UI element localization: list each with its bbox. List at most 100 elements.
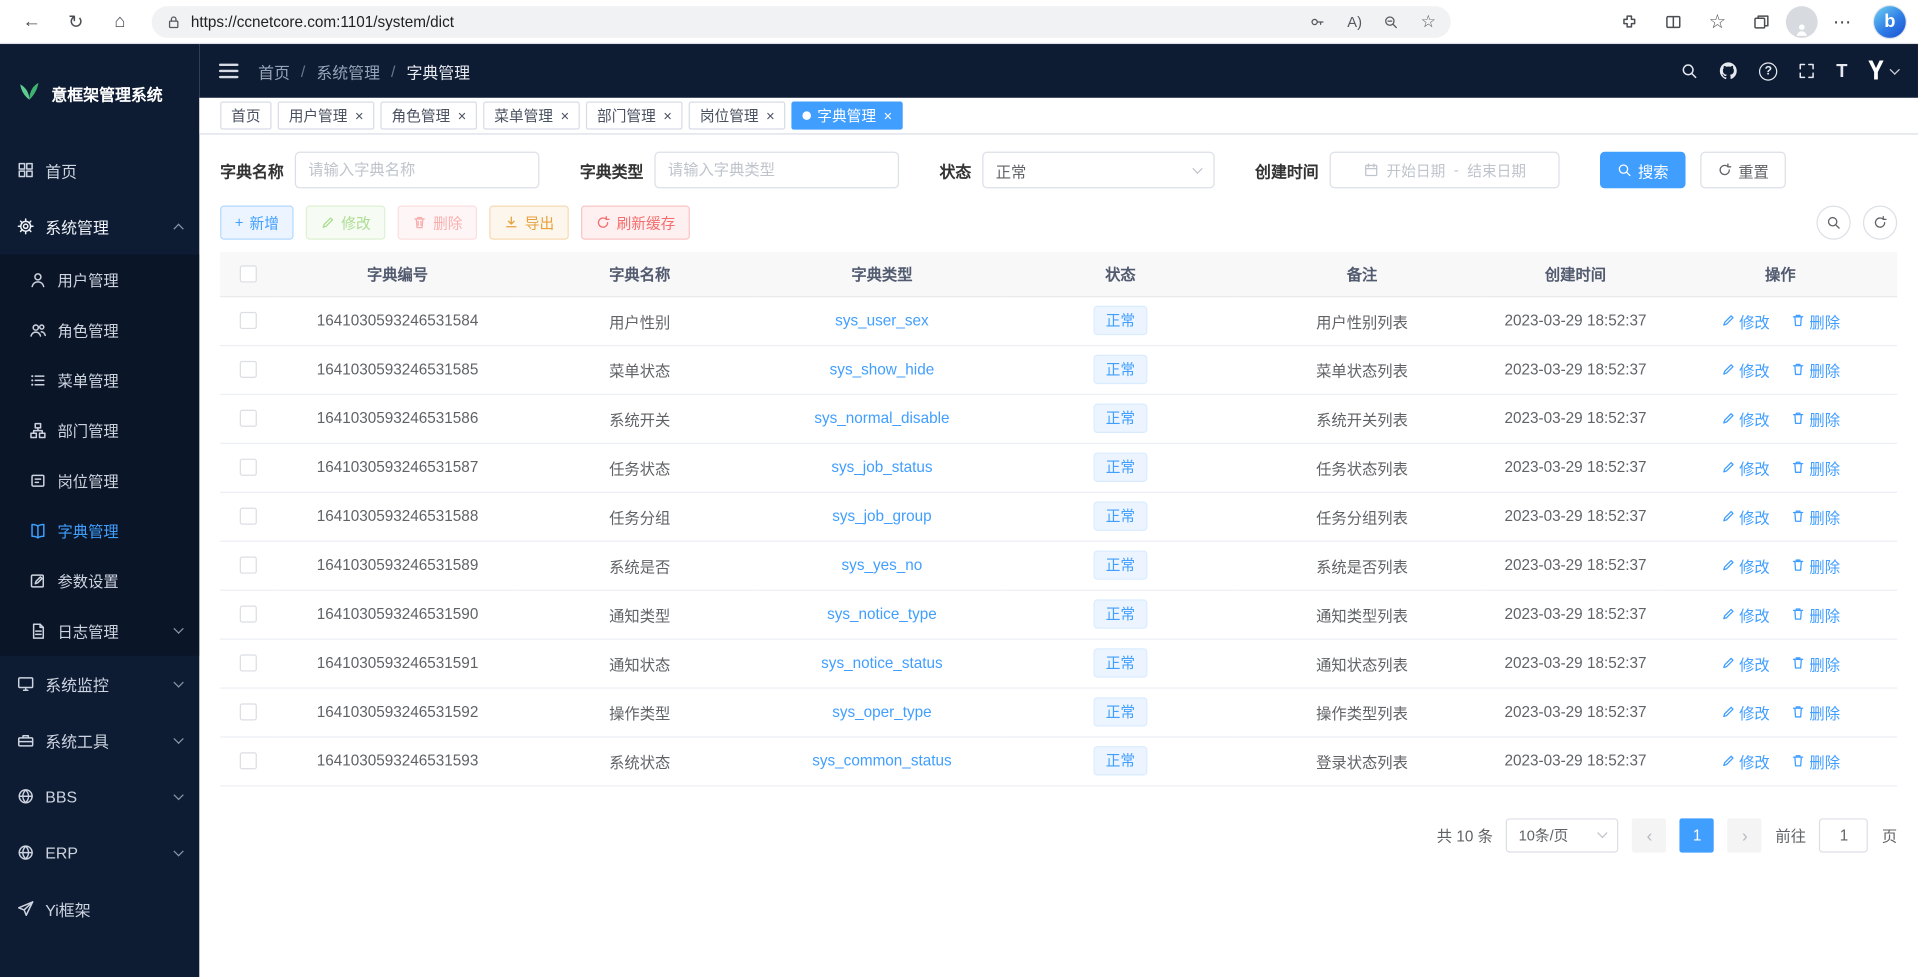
refresh-cache-button[interactable]: 刷新缓存	[581, 205, 690, 239]
sidebar-item-menu-management[interactable]: 菜单管理	[0, 355, 199, 405]
close-icon[interactable]: ×	[355, 108, 364, 123]
sidebar-item-role-management[interactable]: 角色管理	[0, 305, 199, 355]
sidebar-item-dict-management[interactable]: 字典管理	[0, 505, 199, 555]
help-icon[interactable]: ?	[1759, 62, 1777, 80]
close-icon[interactable]: ×	[560, 108, 569, 123]
font-size-icon[interactable]: T	[1836, 61, 1847, 82]
row-edit-button[interactable]: 修改	[1721, 700, 1770, 723]
sidebar-item-system-monitor[interactable]: 系统监控	[0, 656, 199, 712]
sidebar-item-system-management[interactable]: 系统管理	[0, 198, 199, 254]
close-icon[interactable]: ×	[458, 108, 467, 123]
tab-user-management[interactable]: 用户管理×	[278, 102, 375, 130]
row-delete-button[interactable]: 删除	[1791, 651, 1840, 674]
row-checkbox[interactable]	[239, 655, 256, 672]
address-bar[interactable]: https://ccnetcore.com:1101/system/dict A…	[152, 6, 1451, 38]
sidebar-item-user-management[interactable]: 用户管理	[0, 254, 199, 304]
zoom-icon[interactable]	[1384, 14, 1399, 29]
sidebar-item-post-management[interactable]: 岗位管理	[0, 455, 199, 505]
close-icon[interactable]: ×	[766, 108, 775, 123]
row-delete-button[interactable]: 删除	[1791, 505, 1840, 528]
tab-role-management[interactable]: 角色管理×	[380, 102, 477, 130]
edit-button[interactable]: 修改	[306, 205, 386, 239]
profile-avatar[interactable]	[1786, 6, 1818, 38]
tab-dept-management[interactable]: 部门管理×	[586, 102, 683, 130]
row-checkbox[interactable]	[239, 410, 256, 427]
row-edit-button[interactable]: 修改	[1721, 358, 1770, 381]
row-delete-button[interactable]: 删除	[1791, 700, 1840, 723]
home-icon[interactable]: ⌂	[100, 4, 139, 38]
back-icon[interactable]: ←	[12, 4, 51, 38]
sidebar-item-home[interactable]: 首页	[0, 142, 199, 198]
reset-button[interactable]: 重置	[1700, 152, 1786, 189]
sidebar-item-parameter-settings[interactable]: 参数设置	[0, 555, 199, 605]
password-key-icon[interactable]	[1311, 14, 1326, 29]
refresh-icon[interactable]: ↻	[56, 4, 95, 38]
date-range-picker[interactable]: 开始日期 - 结束日期	[1330, 152, 1560, 189]
row-edit-button[interactable]: 修改	[1721, 553, 1770, 576]
close-icon[interactable]: ×	[883, 108, 892, 123]
dict-type-link[interactable]: sys_user_sex	[835, 312, 928, 329]
extensions-icon[interactable]	[1610, 4, 1649, 38]
row-checkbox[interactable]	[239, 753, 256, 770]
row-delete-button[interactable]: 删除	[1791, 358, 1840, 381]
more-icon[interactable]: ⋯	[1823, 4, 1862, 38]
row-edit-button[interactable]: 修改	[1721, 651, 1770, 674]
collections-icon[interactable]	[1742, 4, 1781, 38]
prev-page-button[interactable]: ‹	[1632, 818, 1666, 852]
select-all-checkbox[interactable]	[239, 266, 256, 283]
next-page-button[interactable]: ›	[1728, 818, 1762, 852]
row-checkbox[interactable]	[239, 361, 256, 378]
dict-type-link[interactable]: sys_show_hide	[830, 361, 935, 378]
user-brand-dropdown[interactable]: Y	[1868, 56, 1898, 85]
goto-page-input[interactable]	[1819, 818, 1868, 852]
row-edit-button[interactable]: 修改	[1721, 309, 1770, 332]
page-size-select[interactable]: 10条/页	[1506, 818, 1619, 852]
export-button[interactable]: 导出	[489, 205, 569, 239]
add-button[interactable]: + 新增	[220, 205, 293, 239]
dict-type-link[interactable]: sys_job_group	[832, 508, 931, 525]
row-edit-button[interactable]: 修改	[1721, 505, 1770, 528]
sidebar-item-system-tools[interactable]: 系统工具	[0, 712, 199, 768]
dict-type-link[interactable]: sys_yes_no	[842, 557, 923, 574]
dict-type-link[interactable]: sys_job_status	[831, 459, 932, 476]
tab-menu-management[interactable]: 菜单管理×	[483, 102, 580, 130]
delete-button[interactable]: 删除	[398, 205, 478, 239]
tab-dict-management[interactable]: 字典管理×	[792, 102, 903, 130]
close-icon[interactable]: ×	[663, 108, 672, 123]
row-edit-button[interactable]: 修改	[1721, 602, 1770, 625]
row-checkbox[interactable]	[239, 459, 256, 476]
tab-post-management[interactable]: 岗位管理×	[689, 102, 786, 130]
sidebar-item-bbs[interactable]: BBS	[0, 768, 199, 824]
favorites-icon[interactable]: ☆	[1698, 4, 1737, 38]
row-delete-button[interactable]: 删除	[1791, 749, 1840, 772]
dict-type-link[interactable]: sys_notice_status	[821, 654, 943, 671]
table-search-toggle[interactable]	[1816, 205, 1850, 239]
github-icon[interactable]	[1719, 61, 1739, 81]
row-delete-button[interactable]: 删除	[1791, 456, 1840, 479]
page-number-button[interactable]: 1	[1680, 818, 1714, 852]
breadcrumb-system[interactable]: 系统管理	[316, 59, 380, 82]
split-screen-icon[interactable]	[1654, 4, 1693, 38]
dict-name-input[interactable]	[295, 152, 540, 189]
table-refresh-button[interactable]	[1863, 205, 1897, 239]
row-checkbox[interactable]	[239, 508, 256, 525]
dict-type-link[interactable]: sys_notice_type	[827, 605, 937, 622]
row-edit-button[interactable]: 修改	[1721, 456, 1770, 479]
search-button[interactable]: 搜索	[1600, 152, 1686, 189]
row-delete-button[interactable]: 删除	[1791, 407, 1840, 430]
row-edit-button[interactable]: 修改	[1721, 407, 1770, 430]
sidebar-item-log-management[interactable]: 日志管理	[0, 605, 199, 655]
sidebar-item-dept-management[interactable]: 部门管理	[0, 405, 199, 455]
search-icon[interactable]	[1681, 62, 1698, 79]
dict-type-link[interactable]: sys_normal_disable	[814, 410, 949, 427]
favorites-add-icon[interactable]: ☆	[1421, 11, 1436, 32]
tab-home[interactable]: 首页	[220, 102, 271, 130]
row-checkbox[interactable]	[239, 704, 256, 721]
dict-type-link[interactable]: sys_common_status	[812, 752, 951, 769]
sidebar-item-erp[interactable]: ERP	[0, 824, 199, 880]
row-delete-button[interactable]: 删除	[1791, 309, 1840, 332]
row-checkbox[interactable]	[239, 606, 256, 623]
url-text[interactable]: https://ccnetcore.com:1101/system/dict	[191, 13, 1289, 30]
breadcrumb-home[interactable]: 首页	[258, 59, 290, 82]
dict-type-link[interactable]: sys_oper_type	[832, 703, 931, 720]
